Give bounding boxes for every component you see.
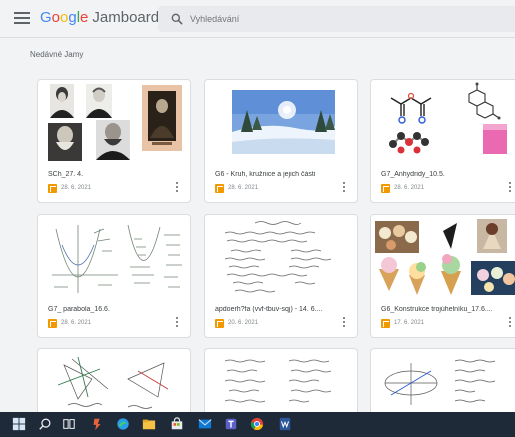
logo-letter: e [80, 9, 89, 26]
jam-thumbnail [224, 359, 332, 403]
jam-card[interactable] [370, 348, 515, 412]
jam-card[interactable] [37, 348, 191, 412]
jam-title: G6 - Kruh, kružnice a jejich části [215, 171, 316, 178]
jam-thumbnail [371, 215, 515, 299]
more-options-icon[interactable] [507, 182, 513, 194]
jam-title: SCh_27. 4. [48, 171, 84, 178]
jamboard-logo[interactable]: Google Jamboard [40, 9, 159, 26]
jam-title: G7_ parabola_16.6. [48, 306, 110, 313]
jam-card[interactable]: apdoerh?fa (vvf-tbuv-sqj) - 14. 6.... 20… [204, 214, 358, 338]
logo-letter: g [68, 9, 77, 26]
jam-title: G6_Konstrukce trojúhelníku_17.6.... [381, 306, 493, 313]
main-menu-icon[interactable] [14, 12, 30, 26]
jam-thumbnail [57, 356, 169, 409]
jam-date: 28. 6. 2021 [394, 185, 425, 191]
jamboard-file-icon [48, 184, 57, 193]
teams-icon[interactable] [224, 417, 238, 431]
file-explorer-icon[interactable] [142, 417, 156, 431]
jamboard-file-icon [381, 184, 390, 193]
chrome-icon[interactable] [250, 417, 264, 431]
jam-thumbnail [38, 215, 190, 299]
jam-card[interactable]: G6 - Kruh, kružnice a jejich části 28. 6… [204, 79, 358, 203]
windows-icon[interactable] [12, 417, 26, 431]
jamboard-file-icon [215, 319, 224, 328]
jam-thumbnail [205, 215, 357, 299]
search-icon[interactable] [170, 12, 184, 26]
jamboard-file-icon [48, 319, 57, 328]
jam-card[interactable]: G6_Konstrukce trojúhelníku_17.6.... 17. … [370, 214, 515, 338]
jam-title: G7_Anhydridy_10.5. [381, 171, 445, 178]
more-options-icon[interactable] [341, 317, 347, 329]
windows-taskbar [0, 412, 515, 437]
jamboard-file-icon [381, 319, 390, 328]
jam-thumbnail [38, 80, 190, 164]
search-input[interactable] [190, 10, 490, 28]
more-options-icon[interactable] [174, 182, 180, 194]
word-icon[interactable] [278, 417, 292, 431]
search-bar[interactable] [158, 6, 515, 32]
more-options-icon[interactable] [507, 317, 513, 329]
jam-date: 28. 6. 2021 [61, 320, 92, 326]
jam-thumbnail [205, 80, 357, 164]
jam-card[interactable]: G7_Anhydridy_10.5. 28. 6. 2021 [370, 79, 515, 203]
app-icon[interactable] [90, 417, 104, 431]
jamboard-file-icon [215, 184, 224, 193]
task-view-icon[interactable] [62, 417, 76, 431]
jam-date: 28. 6. 2021 [61, 185, 92, 191]
jam-date: 28. 6. 2021 [228, 185, 259, 191]
jam-date: 17. 6. 2021 [394, 320, 425, 326]
mail-icon[interactable] [198, 417, 212, 431]
store-icon[interactable] [170, 417, 184, 431]
jam-card[interactable] [204, 348, 358, 412]
more-options-icon[interactable] [341, 182, 347, 194]
jam-card[interactable]: SCh_27. 4. 28. 6. 2021 [37, 79, 191, 203]
jam-date: 20. 6. 2021 [228, 320, 259, 326]
jam-thumbnail [384, 359, 496, 405]
logo-letter: o [51, 9, 61, 26]
top-app-bar: Google Jamboard [0, 0, 515, 38]
edge-icon[interactable] [116, 417, 130, 431]
product-name: Jamboard [92, 9, 160, 26]
section-title: Nedávné Jamy [30, 50, 84, 59]
jam-card[interactable]: G7_ parabola_16.6. 28. 6. 2021 [37, 214, 191, 338]
more-options-icon[interactable] [174, 317, 180, 329]
search-icon[interactable] [38, 417, 52, 431]
jam-title: apdoerh?fa (vvf-tbuv-sqj) - 14. 6.... [215, 306, 323, 313]
logo-letter: G [40, 9, 52, 26]
jamboard-page: GoogleJamboard Nedávné Jamy SCh_27. 4. 2… [0, 0, 515, 437]
jam-thumbnail [371, 80, 515, 164]
